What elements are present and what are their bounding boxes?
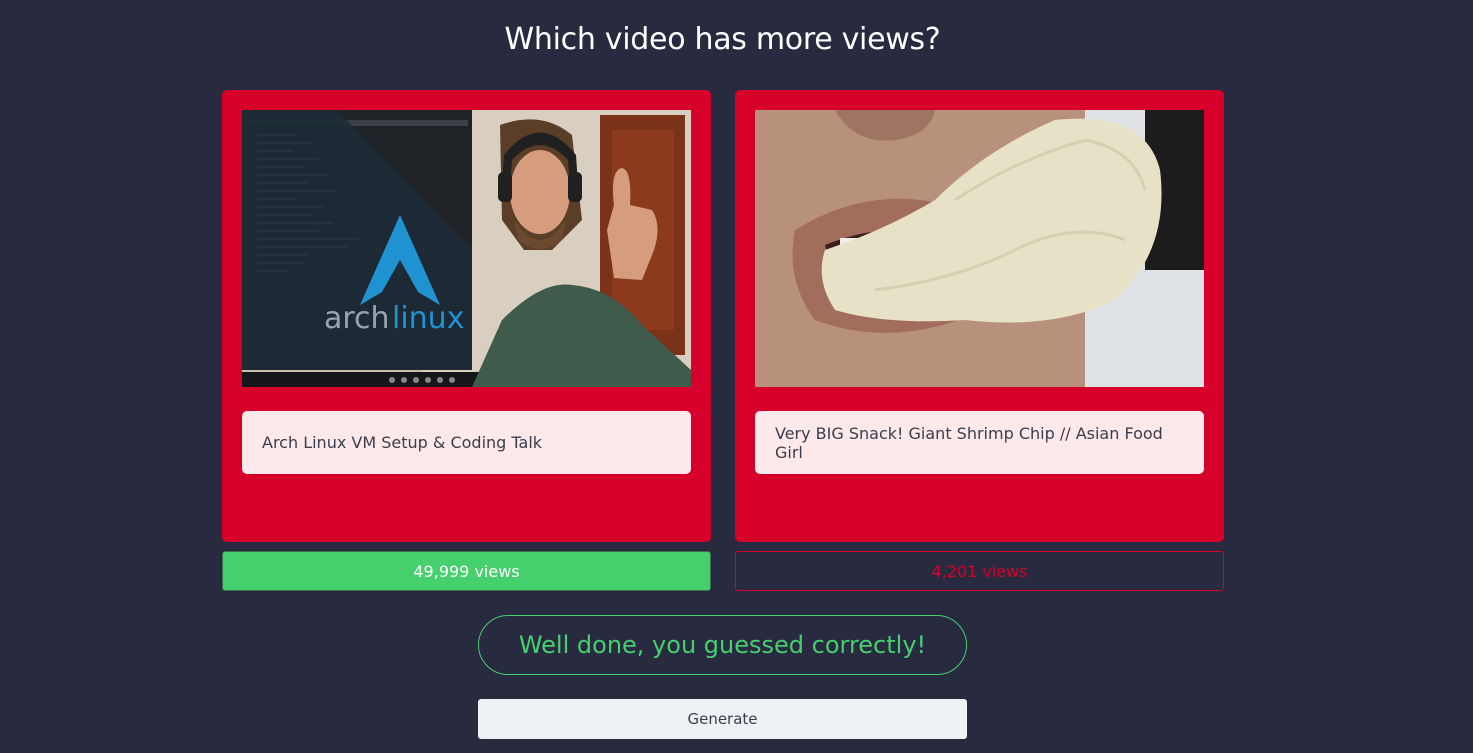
video-thumbnail-left: arch linux (242, 110, 691, 387)
views-count-right: 4,201 views (735, 551, 1224, 591)
svg-text:linux: linux (392, 301, 464, 336)
views-count-left: 49,999 views (222, 551, 711, 591)
video-card-right[interactable]: Very BIG Snack! Giant Shrimp Chip // Asi… (735, 90, 1224, 542)
video-thumbnail-right (755, 110, 1204, 387)
video-title-left: Arch Linux VM Setup & Coding Talk (242, 411, 691, 474)
result-message: Well done, you guessed correctly! (478, 615, 967, 675)
video-card-left[interactable]: arch linux Arch Linux VM Setup & Coding … (222, 90, 711, 542)
video-title-right: Very BIG Snack! Giant Shrimp Chip // Asi… (755, 411, 1204, 474)
generate-button[interactable]: Generate (478, 699, 967, 739)
thumbnail-logo-text: arch (324, 301, 390, 336)
question-title: Which video has more views? (504, 22, 941, 57)
